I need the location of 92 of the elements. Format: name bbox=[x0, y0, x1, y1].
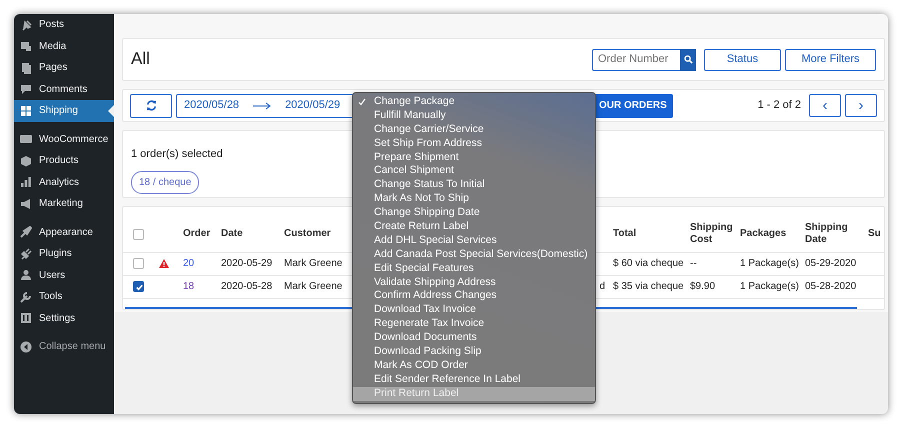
table-cell: $9.90 bbox=[690, 281, 716, 292]
user-icon bbox=[20, 269, 32, 282]
table-cell: 05-28-2020 bbox=[805, 281, 856, 292]
menu-item[interactable]: Validate Shipping Address bbox=[353, 276, 595, 290]
pin-icon bbox=[20, 18, 32, 31]
megaphone-icon bbox=[20, 198, 32, 210]
sidebar-item[interactable]: Marketing bbox=[14, 193, 114, 214]
pagination-text: 1 - 2 of 2 bbox=[758, 98, 801, 114]
column-header[interactable]: Total bbox=[613, 228, 682, 240]
comment-icon bbox=[20, 83, 32, 96]
sidebar-item[interactable]: Settings bbox=[14, 308, 114, 329]
order-link[interactable]: 18 bbox=[183, 281, 194, 292]
sidebar-item[interactable]: Posts bbox=[14, 14, 114, 36]
bar-chart-icon bbox=[20, 176, 32, 188]
selection-count: 1 order(s) selected bbox=[131, 147, 223, 162]
menu-item[interactable]: Cancel Shipment bbox=[353, 164, 595, 178]
order-link[interactable]: 20 bbox=[183, 258, 194, 269]
select-all-checkbox[interactable] bbox=[133, 228, 144, 240]
sidebar-item[interactable]: Plugins bbox=[14, 243, 114, 264]
table-cell: 05-29-2020 bbox=[805, 258, 856, 269]
column-header[interactable]: Shipping Cost bbox=[690, 222, 732, 246]
menu-item[interactable]: Regenerate Tax Invoice bbox=[353, 317, 595, 332]
wrench-icon bbox=[20, 290, 32, 303]
sidebar-item[interactable]: WooCommerce bbox=[14, 128, 114, 150]
column-header[interactable]: Date bbox=[221, 228, 276, 240]
menu-item[interactable]: Set Ship From Address bbox=[353, 136, 595, 151]
table-cell: Mark Greene bbox=[284, 281, 342, 292]
sidebar-item[interactable]: Analytics bbox=[14, 172, 114, 193]
sidebar-item[interactable]: Tools bbox=[14, 286, 114, 308]
sidebar-item[interactable]: Products bbox=[14, 150, 114, 172]
table-cell: 1 Package(s) bbox=[740, 281, 799, 292]
refresh-button[interactable] bbox=[130, 94, 172, 118]
sidebar-item[interactable]: Users bbox=[14, 264, 114, 286]
filter-button[interactable]: Status bbox=[704, 48, 781, 70]
menu-item[interactable]: Create Return Label bbox=[353, 220, 595, 234]
menu-item[interactable]: Download Documents bbox=[353, 331, 595, 346]
table-cell: $ 60 via cheque bbox=[613, 258, 684, 269]
sidebar-item[interactable]: Pages bbox=[14, 57, 114, 78]
sidebar-item[interactable]: Media bbox=[14, 36, 114, 57]
menu-item[interactable]: Change Status To Initial bbox=[353, 178, 595, 192]
search-icon bbox=[684, 55, 692, 64]
pagination-button[interactable]: ‹ bbox=[809, 94, 841, 117]
sidebar-item[interactable]: Comments bbox=[14, 78, 114, 100]
sidebar-item[interactable]: Shipping bbox=[14, 100, 114, 122]
arrow-icon bbox=[253, 102, 272, 110]
menu-item[interactable]: Edit Special Features bbox=[353, 262, 595, 276]
order-tag[interactable]: 18 / cheque bbox=[131, 170, 200, 194]
media-icon bbox=[20, 40, 32, 52]
menu-item[interactable]: Change Carrier/Service bbox=[353, 122, 595, 137]
table-cell: 2020-05-28 bbox=[221, 281, 272, 292]
search-field[interactable]: Order Number bbox=[592, 48, 680, 70]
grid-icon bbox=[20, 104, 32, 117]
menu-item[interactable]: Download Packing Slip bbox=[353, 345, 595, 359]
table-cell: Mark Greene bbox=[284, 258, 342, 269]
column-header[interactable]: Shipping Date bbox=[805, 222, 860, 246]
row-checkbox[interactable] bbox=[133, 280, 144, 292]
end-date: 2020/05/29 bbox=[285, 98, 340, 114]
menu-item[interactable]: Change Shipping Date bbox=[353, 206, 595, 220]
column-header[interactable]: Su bbox=[868, 228, 884, 240]
plug-icon bbox=[20, 248, 32, 260]
checkmark-icon bbox=[358, 98, 366, 106]
menu-item[interactable]: Mark As Not To Ship bbox=[353, 192, 595, 206]
search-button[interactable] bbox=[680, 48, 696, 70]
menu-item[interactable]: Add DHL Special Services bbox=[353, 234, 595, 248]
table-cell: $ 35 via cheque bbox=[613, 281, 684, 292]
collapse-menu-button[interactable]: Collapse menu bbox=[14, 336, 114, 358]
brush-icon bbox=[20, 226, 32, 238]
column-header[interactable]: Order bbox=[183, 228, 213, 240]
sidebar-item[interactable]: Appearance bbox=[14, 222, 114, 243]
menu-item[interactable]: Edit Sender Reference In Label bbox=[353, 372, 595, 387]
column-header[interactable]: Packages bbox=[740, 228, 797, 240]
pagination-button[interactable]: › bbox=[845, 94, 877, 117]
store-icon bbox=[20, 133, 32, 146]
refresh-icon bbox=[146, 100, 156, 111]
menu-item[interactable]: Mark As COD Order bbox=[353, 358, 595, 373]
filter-button[interactable]: More Filters bbox=[785, 48, 876, 70]
page-title: All bbox=[131, 49, 150, 70]
cube-icon bbox=[20, 154, 32, 167]
table-cell: 1 Package(s) bbox=[740, 258, 799, 269]
table-cell: d bbox=[599, 281, 605, 292]
row-checkbox[interactable] bbox=[133, 258, 144, 269]
start-date: 2020/05/28 bbox=[184, 98, 240, 114]
menu-item[interactable]: Confirm Address Changes bbox=[353, 289, 595, 304]
table-cell: -- bbox=[690, 258, 697, 269]
menu-item[interactable]: Add Canada Post Special Services(Domestic) bbox=[353, 248, 595, 262]
table-cell: 2020-05-29 bbox=[221, 258, 272, 269]
menu-item[interactable]: Download Tax Invoice bbox=[353, 303, 595, 318]
collapse-icon bbox=[20, 340, 32, 353]
pages-icon bbox=[20, 62, 32, 74]
menu-item[interactable]: Prepare Shipment bbox=[353, 150, 595, 164]
date-range-field[interactable]: 2020/05/28 2020/05/29 bbox=[176, 94, 355, 118]
column-header[interactable]: Customer bbox=[284, 228, 344, 240]
